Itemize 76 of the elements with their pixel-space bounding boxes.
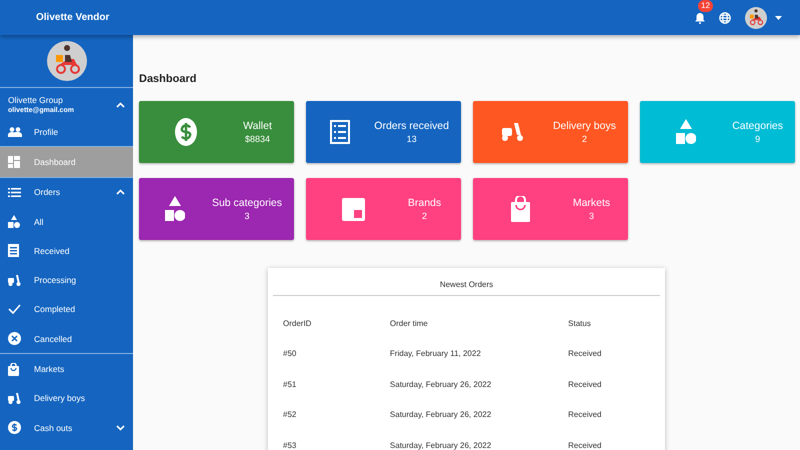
card-value: 13 [406,134,417,144]
scooter-icon [501,123,524,141]
table-cell: Received [568,410,602,420]
cancel-icon [8,332,21,346]
card-value: 2 [582,134,587,144]
table-cell: Saturday, February 26, 2022 [390,440,492,450]
caret-icon[interactable] [775,16,782,20]
table-cell: Friday, February 11, 2022 [390,349,481,358]
people-icon [8,126,22,137]
bag-icon [510,196,530,222]
card-value: $8834 [244,134,270,144]
card-label: Markets [572,197,610,209]
chevron-up-icon[interactable] [116,102,125,108]
sidebar-item[interactable]: Profile [0,117,133,146]
card-label: Delivery boys [552,120,616,132]
stat-card[interactable]: Brands 2 [306,178,461,240]
card-value: 3 [244,211,250,221]
table-cell: #52 [283,410,296,420]
avatar-image [46,41,86,81]
stat-card[interactable]: Sub categories 3 [139,178,294,240]
sidebar-item[interactable]: Orders [0,178,133,207]
sidebar-item[interactable]: Processing [0,265,133,295]
sidebar-item[interactable]: Received [0,236,133,266]
check-icon [8,304,21,314]
card-value: 3 [588,211,594,221]
table-cell: Received [568,380,602,389]
card-label: Categories [732,120,783,132]
card-value: 2 [422,211,427,221]
stat-card[interactable]: Delivery boys 2 [473,101,628,163]
stat-card[interactable]: Orders received 13 [306,101,461,163]
receipt-icon [8,244,19,258]
stat-card[interactable]: Markets 3 [473,178,628,240]
shapes-icon [8,215,20,228]
column-header: OrderID [283,318,312,328]
sidebar-item[interactable]: Completed [0,294,133,324]
table-cell: Saturday, February 26, 2022 [390,380,492,389]
sidebar-item[interactable]: Cash outs [0,412,133,442]
stat-card[interactable]: Wallet $8834 [139,101,294,163]
column-header: Order time [390,318,428,328]
card-label: Brands [408,197,442,209]
page-title: Dashboard [139,73,196,85]
sidebar-item[interactable]: Cancelled [0,324,133,354]
brand-icon [342,198,364,220]
shapes-icon [165,196,186,222]
card-value: 9 [755,134,760,144]
table-cell: Received [568,349,602,358]
app-title: Olivette Vendor [36,12,110,23]
globe-icon[interactable] [719,12,731,24]
scooter-icon [8,274,21,286]
chevron-down-icon[interactable] [116,424,125,431]
scooter-icon [8,392,21,404]
shapes-icon [676,119,696,145]
list-icon [330,120,350,144]
table-cell: Saturday, February 26, 2022 [390,410,492,420]
account-name: Olivette Group [8,95,64,105]
bag-icon [8,362,19,376]
avatar-image [745,6,767,28]
chevron-up-icon[interactable] [116,189,125,196]
bell-icon[interactable] [695,12,705,24]
card-title: Newest Orders [273,268,660,296]
table-cell: #50 [283,349,296,358]
list-icon [8,188,21,197]
coin-icon [8,421,21,434]
card-label: Wallet [243,120,272,132]
sidebar-item[interactable]: Delivery boys [0,384,133,413]
card-label: Sub categories [212,197,282,209]
notification-badge: 12 [698,0,713,12]
column-header: Status [568,318,591,328]
table-cell: #53 [283,440,296,450]
sidebar-item[interactable]: All [0,206,133,236]
table-cell: #51 [283,380,296,389]
sidebar-item[interactable]: Markets [0,354,133,384]
table-cell: Received [568,440,602,450]
dollar-icon [175,118,197,146]
card-label: Orders received [374,120,449,132]
dashboard-icon [8,156,20,168]
